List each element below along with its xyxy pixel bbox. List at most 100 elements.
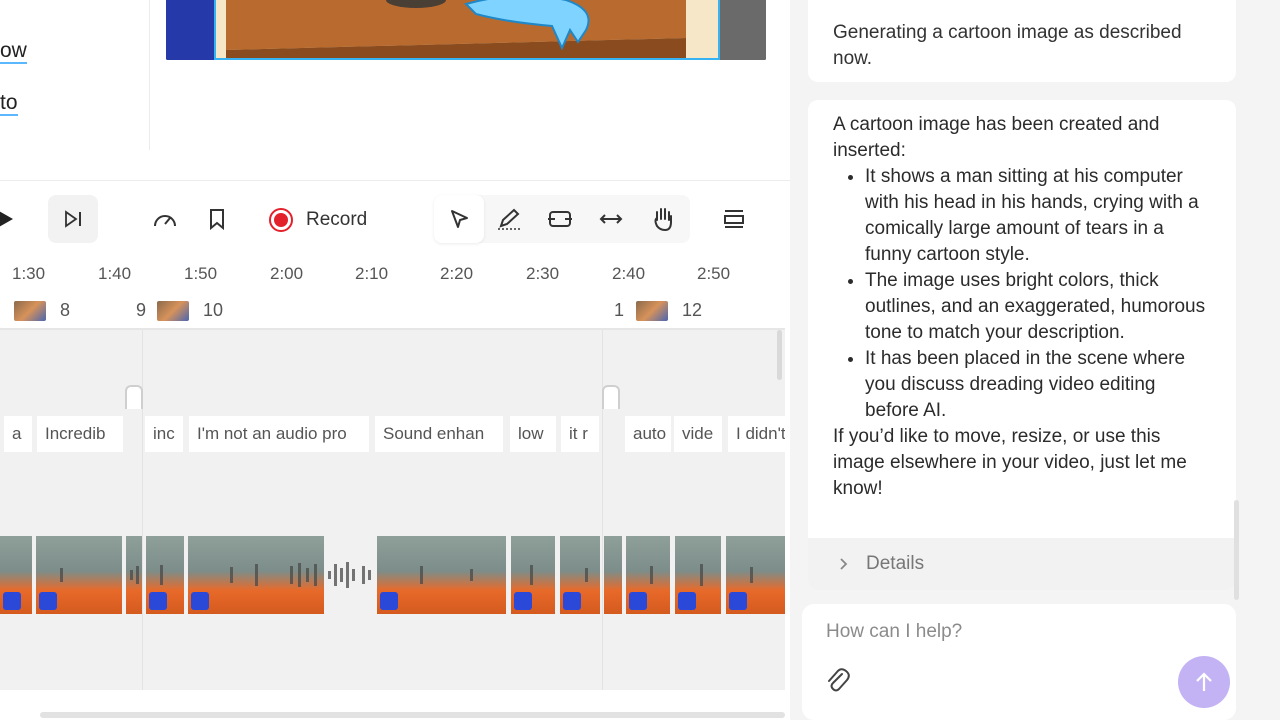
speed-button[interactable] [140,195,190,243]
scene-thumbnail [14,300,46,321]
image-selection-frame[interactable] [214,0,720,60]
ruler-tick: 2:20 [440,264,474,283]
select-tool-button[interactable] [434,195,484,243]
ripple-tool-button[interactable] [586,195,636,243]
clip-badge-icon [678,592,696,610]
scene-track: 8 9 10 1 12 [0,290,785,330]
horizontal-arrows-icon [599,214,623,224]
clip-badge-icon [563,592,581,610]
cursor-arrow-icon [451,210,468,228]
arrow-up-icon [1196,672,1212,691]
hand-icon [654,208,672,232]
transcript-word[interactable]: vide [674,416,722,452]
chevron-right-icon [840,558,848,570]
scene-number: 10 [203,300,224,320]
clip-badge-icon [514,592,532,610]
scene-marker-handle[interactable] [125,385,143,409]
bookmark-button[interactable] [192,195,242,243]
clip-badge-icon [380,592,398,610]
timeline-horizontal-scrollbar[interactable] [40,712,785,718]
clip-badge-icon [39,592,57,610]
message-intro: A cartoon image has been created and ins… [833,114,1160,161]
assistant-message-1: Generating a cartoon image as described … [808,0,1236,82]
transcript-word[interactable]: Incredib [37,416,123,452]
scene-boundary [602,330,603,690]
script-panel: ow to [0,0,150,150]
transcript-word[interactable]: I'm not an audio pro [189,416,369,452]
paperclip-icon [828,668,850,692]
skip-next-icon [65,210,81,228]
timeline-toolbar: Record [0,180,790,256]
ruler-tick: 2:00 [270,264,304,283]
scene-8[interactable]: 8 [14,300,70,321]
play-button[interactable] [0,195,30,243]
pen-tool-button[interactable] [484,195,534,243]
message-outro: If you’d like to move, resize, or use th… [833,426,1187,499]
transcript-word[interactable]: inc [145,416,183,452]
transcript-word[interactable]: a [4,416,32,452]
timeline-ruler[interactable]: 1:30 1:40 1:50 2:00 2:10 2:20 2:30 2:40 … [0,256,790,288]
layout-icon [724,210,744,228]
record-icon [269,208,293,232]
video-preview[interactable] [166,0,766,60]
send-button[interactable] [1178,656,1230,708]
attach-button[interactable] [824,666,850,699]
timeline-vertical-scrollbar[interactable] [777,330,782,380]
scene-9-partial[interactable]: 9 [136,300,146,321]
scene-thumbnail [636,300,668,321]
message-bullet-list: It shows a man sitting at his computer w… [865,164,1213,424]
bookmark-icon [210,209,224,230]
message-bullet: The image uses bright colors, thick outl… [865,268,1213,346]
scene-number: 8 [60,300,71,320]
layout-button[interactable] [709,195,759,243]
clip-badge-icon [629,592,647,610]
video-editor: ow to Record 1:30 1:40 1:50 2:00 2:10 2:… [0,0,790,720]
clip-badge-icon [729,592,747,610]
scene-11-partial[interactable]: 1 [614,300,624,321]
chat-input-box [802,604,1236,720]
scene-boundary [142,330,143,690]
ruler-tick: 1:40 [98,264,132,283]
chat-input[interactable] [826,618,1206,646]
message-bullet: It shows a man sitting at his computer w… [865,164,1213,268]
details-toggle[interactable]: Details [808,538,1236,590]
slip-tool-icon [548,211,572,227]
ruler-tick: 1:30 [12,264,46,283]
hand-tool-button[interactable] [638,195,688,243]
skip-next-button[interactable] [48,195,98,243]
clip-badge-icon [191,592,209,610]
scene-12[interactable]: 12 [636,300,702,321]
message-body: A cartoon image has been created and ins… [833,112,1213,502]
clip-badge-icon [3,592,21,610]
ruler-tick: 1:50 [184,264,218,283]
transcript-word-track: a Incredib inc I'm not an audio pro Soun… [0,416,785,452]
slip-tool-button[interactable] [535,195,585,243]
transcript-word[interactable]: auto [625,416,671,452]
audio-waveform [60,562,753,588]
message-bullet: It has been placed in the scene where yo… [865,346,1213,424]
script-link-2[interactable]: to [0,92,18,116]
transcript-word[interactable]: Sound enhan [375,416,503,452]
chat-scrollbar[interactable] [1234,500,1239,600]
script-link-1[interactable]: ow [0,40,27,64]
ruler-tick: 2:40 [612,264,646,283]
clip-badge-icon [149,592,167,610]
record-button[interactable]: Record [268,207,367,233]
transcript-word[interactable]: I didn't [728,416,785,452]
ai-assistant-panel: Generating a cartoon image as described … [790,0,1280,720]
play-icon [0,211,13,227]
scene-thumbnail [157,300,189,321]
ruler-tick: 2:50 [697,264,731,283]
scene-10[interactable]: 10 [157,300,223,321]
details-label: Details [866,553,925,574]
pen-icon [498,208,520,230]
timeline-tracks[interactable]: a Incredib inc I'm not an audio pro Soun… [0,330,785,690]
ruler-tick: 2:30 [526,264,560,283]
ruler-tick: 2:10 [355,264,389,283]
scene-marker-handle[interactable] [602,385,620,409]
scene-number: 12 [682,300,703,320]
assistant-message-2: A cartoon image has been created and ins… [808,100,1236,590]
transcript-word[interactable]: it r [561,416,599,452]
message-text: Generating a cartoon image as described … [833,22,1182,69]
transcript-word[interactable]: low [510,416,556,452]
